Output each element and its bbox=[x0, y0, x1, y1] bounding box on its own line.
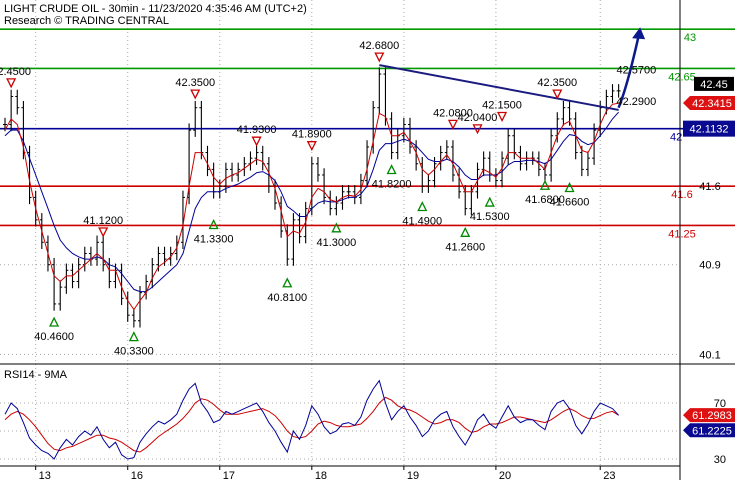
rsi-ma-value: 61.2983 bbox=[692, 410, 732, 422]
rsi-tick-label: 30 bbox=[714, 454, 726, 466]
annotation-label: 41.2600 bbox=[445, 241, 485, 253]
chart-research-credit: Research © TRADING CENTRAL bbox=[4, 15, 169, 27]
chart-title: LIGHT CRUDE OIL - 30min - 11/23/2020 4:3… bbox=[4, 3, 307, 15]
time-tick-label: 16 bbox=[131, 470, 143, 480]
rsi-value: 61.2225 bbox=[692, 425, 732, 437]
annotation-label: 42.3500 bbox=[175, 77, 215, 89]
annotation-label: 40.3300 bbox=[114, 346, 154, 358]
level-label: 41.25 bbox=[668, 228, 696, 240]
time-tick-label: 23 bbox=[603, 470, 615, 480]
price-tick-label: 41.6 bbox=[699, 181, 720, 193]
annotation-label: 40.8100 bbox=[267, 292, 307, 304]
time-tick-label: 17 bbox=[223, 470, 235, 480]
annotation-label: 42.5700 bbox=[617, 64, 657, 76]
time-tick-label: 18 bbox=[315, 470, 327, 480]
annotation-label: 41.1200 bbox=[83, 215, 123, 227]
annotation-label: 41.8900 bbox=[292, 129, 332, 141]
annotation-label: 41.3000 bbox=[316, 237, 356, 249]
time-tick-label: 13 bbox=[39, 470, 51, 480]
price-tick-label: 40.1 bbox=[699, 349, 720, 361]
annotation-label: 41.5300 bbox=[470, 211, 510, 223]
annotation-label: 42.1500 bbox=[482, 100, 522, 112]
time-tick-label: 20 bbox=[499, 470, 511, 480]
annotation-label: 41.6600 bbox=[550, 196, 590, 208]
annotation-label: 42.2900 bbox=[617, 96, 657, 108]
annotation-label: 41.3300 bbox=[194, 233, 234, 245]
last-price-value: 42.45 bbox=[700, 79, 728, 91]
annotation-label: 42.3500 bbox=[537, 77, 577, 89]
level-label: 43 bbox=[684, 32, 696, 44]
chart-canvas: 4342.6542.11324241.641.25 42.450040.4600… bbox=[0, 0, 735, 480]
annotation-label: 41.8200 bbox=[372, 179, 412, 191]
annotation-label: 40.4600 bbox=[34, 331, 74, 343]
annotation-label: 41.4900 bbox=[402, 216, 442, 228]
rsi-panel-label: RSI14 - 9MA bbox=[4, 369, 68, 381]
level-label: 41.6 bbox=[671, 189, 692, 201]
price-tick-label: 40.9 bbox=[699, 260, 720, 272]
annotation-label: 42.0400 bbox=[458, 112, 498, 124]
time-tick-label: 19 bbox=[407, 470, 419, 480]
annotation-label: 42.4500 bbox=[0, 66, 31, 78]
fast-ma-value: 42.3415 bbox=[692, 98, 732, 110]
level-badge-value: 42.1132 bbox=[690, 124, 729, 136]
annotation-label: 41.9300 bbox=[237, 124, 277, 136]
level-label: 42.65 bbox=[668, 71, 696, 83]
annotation-label: 42.6800 bbox=[359, 40, 399, 52]
